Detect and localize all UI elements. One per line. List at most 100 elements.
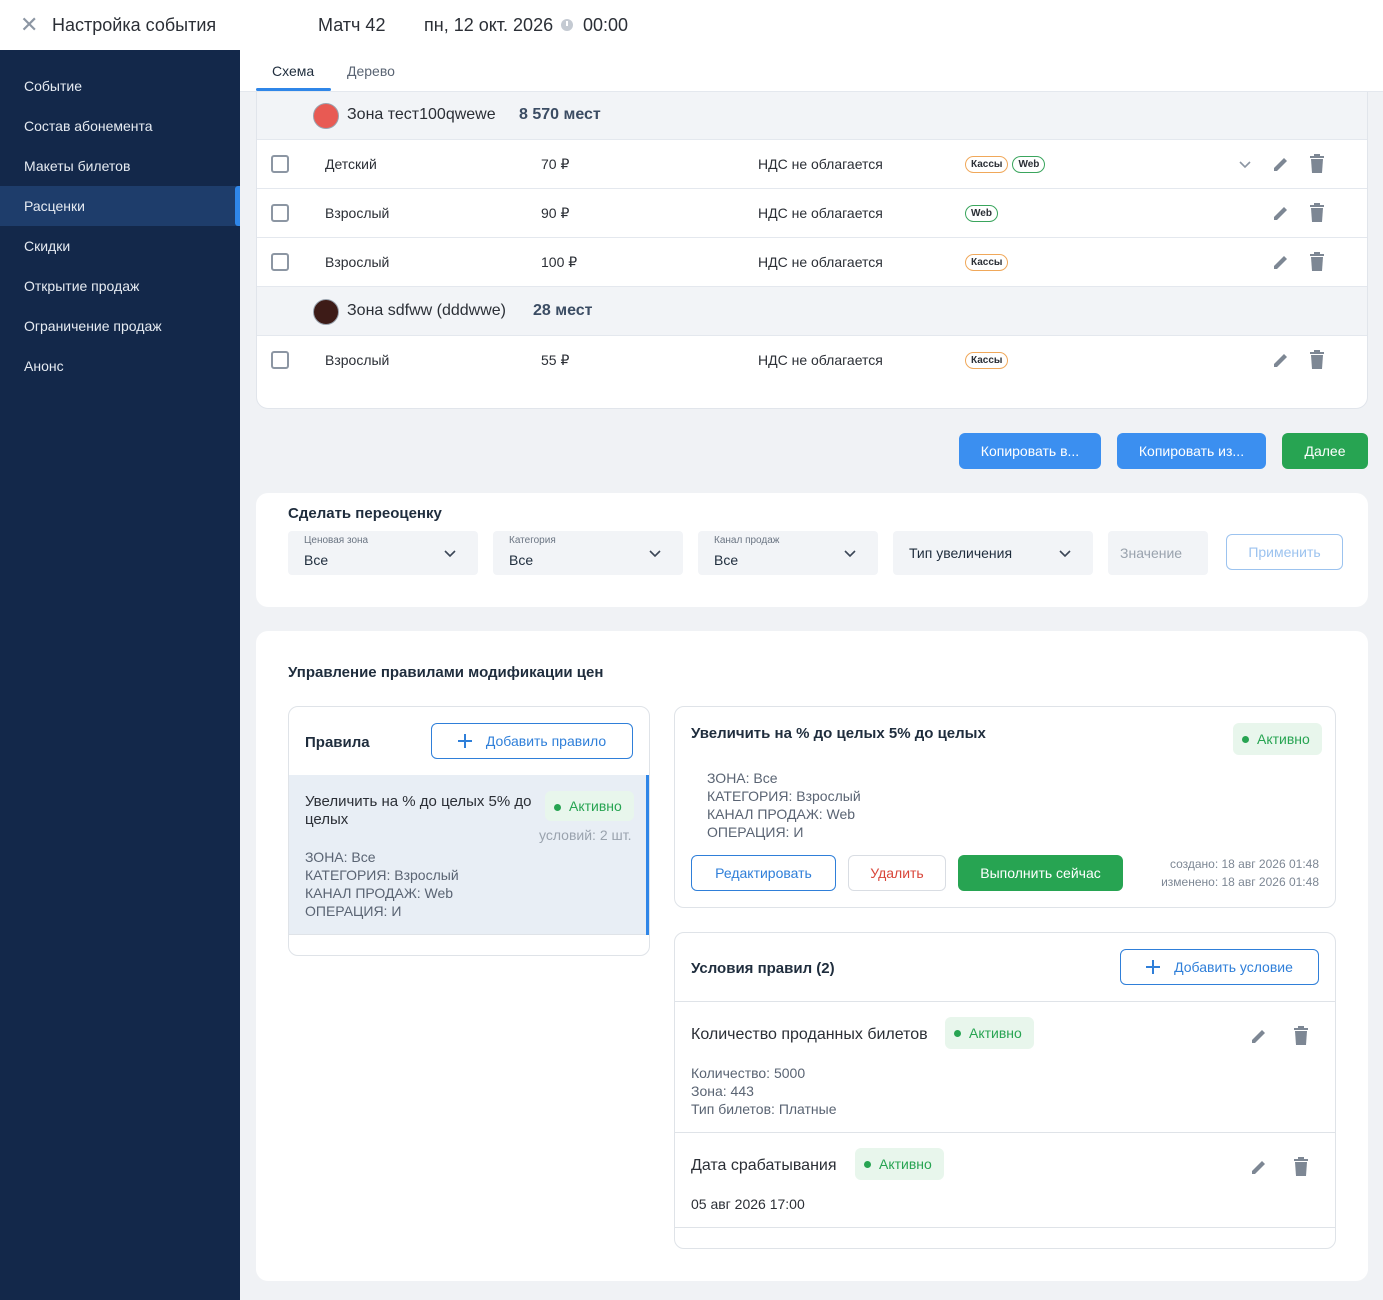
chevron-down-icon xyxy=(649,550,661,558)
trash-icon[interactable] xyxy=(1292,1026,1310,1046)
ticket-type: Взрослый xyxy=(325,352,390,368)
channel-chips: Кассы Web xyxy=(965,156,1046,173)
sales-channel-select[interactable]: Канал продаж Все xyxy=(698,531,878,575)
channel-chip: Web xyxy=(965,205,998,222)
tab-underline xyxy=(256,88,331,91)
sidebar-item-discounts[interactable]: Скидки xyxy=(0,226,240,266)
ticket-price: 70 ₽ xyxy=(541,156,570,172)
condition-title: Количество проданных билетов xyxy=(691,1026,928,1043)
copy-to-button[interactable]: Копировать в... xyxy=(959,433,1101,469)
sidebar-item-pricing[interactable]: Расценки xyxy=(0,186,240,226)
rule-category: КАТЕГОРИЯ: Взрослый xyxy=(305,867,459,883)
add-condition-label: Добавить условие xyxy=(1174,959,1293,975)
sidebar-item-ticket-layouts[interactable]: Макеты билетов xyxy=(0,146,240,186)
zone-header: Зона sdfww (dddwwe) 28 мест xyxy=(257,287,1367,336)
pencil-icon[interactable] xyxy=(1271,350,1291,370)
detail-operation: ОПЕРАЦИЯ: И xyxy=(707,824,804,840)
table-row: Детский 70 ₽ НДС не облагается Кассы Web xyxy=(257,140,1367,189)
apply-button[interactable]: Применить xyxy=(1226,534,1343,570)
status-badge: Активно xyxy=(945,1017,1034,1049)
status-badge: Активно xyxy=(1233,723,1322,755)
rules-management-card: Управление правилами модификации цен Пра… xyxy=(256,631,1368,1281)
ticket-price: 90 ₽ xyxy=(541,205,570,221)
conditions-panel: Условия правил (2) Добавить условие Коли… xyxy=(674,932,1336,1249)
condition-item: Дата срабатывания Активно 05 авг 2026 17… xyxy=(675,1133,1335,1228)
main-content: Зона тест100qwewe 8 570 мест Детский 70 … xyxy=(240,50,1383,1300)
pencil-icon[interactable] xyxy=(1271,252,1291,272)
price-zone-select[interactable]: Ценовая зона Все xyxy=(288,531,478,575)
status-badge: Активно xyxy=(855,1148,944,1180)
pencil-icon[interactable] xyxy=(1249,1157,1269,1177)
zone-seats: 8 570 мест xyxy=(519,106,601,123)
rules-mgmt-title: Управление правилами модификации цен xyxy=(288,664,604,681)
channel-chip: Кассы xyxy=(965,156,1009,173)
select-label: Ценовая зона xyxy=(304,535,369,546)
increase-type-select[interactable]: Тип увеличения xyxy=(893,531,1093,575)
rules-panel: Правила Добавить правило Увеличить на % … xyxy=(288,706,650,956)
trash-icon[interactable] xyxy=(1308,203,1326,223)
condition-detail: Тип билетов: Платные xyxy=(691,1101,837,1117)
channel-chips: Web xyxy=(965,205,998,222)
sidebar-item-event[interactable]: Событие xyxy=(0,66,240,106)
pencil-icon[interactable] xyxy=(1249,1026,1269,1046)
next-button[interactable]: Далее xyxy=(1282,433,1368,469)
trash-icon[interactable] xyxy=(1308,154,1326,174)
chevron-down-icon[interactable] xyxy=(1237,156,1253,172)
vat: НДС не облагается xyxy=(758,254,883,270)
condition-detail: Количество: 5000 xyxy=(691,1065,806,1081)
created-at: создано: 18 авг 2026 01:48 xyxy=(1169,857,1319,871)
category-select[interactable]: Категория Все xyxy=(493,531,683,575)
row-checkbox[interactable] xyxy=(271,351,289,369)
sidebar-item-announce[interactable]: Анонс xyxy=(0,346,240,386)
select-value: Все xyxy=(714,552,739,568)
rule-zone: ЗОНА: Все xyxy=(305,849,376,865)
row-checkbox[interactable] xyxy=(271,253,289,271)
rule-detail-title: Увеличить на % до целых 5% до целых xyxy=(691,725,986,742)
select-label: Канал продаж xyxy=(714,535,780,546)
chevron-down-icon xyxy=(844,550,856,558)
rule-operation: ОПЕРАЦИЯ: И xyxy=(305,903,402,919)
select-label: Категория xyxy=(509,535,556,546)
run-now-button[interactable]: Выполнить сейчас xyxy=(958,855,1123,891)
sidebar-item-sales-opening[interactable]: Открытие продаж xyxy=(0,266,240,306)
condition-detail: 05 авг 2026 17:00 xyxy=(691,1196,805,1212)
conditions-title: Условия правил (2) xyxy=(691,960,835,977)
table-row: Взрослый 55 ₽ НДС не облагается Кассы xyxy=(257,336,1367,385)
sidebar-item-subscription[interactable]: Состав абонемента xyxy=(0,106,240,146)
copy-from-button[interactable]: Копировать из... xyxy=(1117,433,1266,469)
conditions-count: условий: 2 шт. xyxy=(539,827,632,843)
tab-tree[interactable]: Дерево xyxy=(347,63,395,79)
pencil-icon[interactable] xyxy=(1271,203,1291,223)
page-title: Настройка события xyxy=(52,15,217,35)
reprice-card: Сделать переоценку Ценовая зона Все Кате… xyxy=(256,493,1368,607)
event-name: Матч 42 xyxy=(318,15,386,35)
select-value: Все xyxy=(304,552,329,568)
row-checkbox[interactable] xyxy=(271,155,289,173)
sidebar-item-sales-limit[interactable]: Ограничение продаж xyxy=(0,306,240,346)
trash-icon[interactable] xyxy=(1292,1157,1310,1177)
rule-list-item[interactable]: Увеличить на % до целых 5% до целых Акти… xyxy=(289,775,649,935)
close-icon[interactable]: ✕ xyxy=(20,14,40,36)
edit-rule-button[interactable]: Редактировать xyxy=(691,855,836,891)
vat: НДС не облагается xyxy=(758,205,883,221)
event-date: пн, 12 окт. 2026 xyxy=(424,15,554,35)
vat: НДС не облагается xyxy=(758,156,883,172)
trash-icon[interactable] xyxy=(1308,252,1326,272)
row-checkbox[interactable] xyxy=(271,204,289,222)
pencil-icon[interactable] xyxy=(1271,154,1291,174)
trash-icon[interactable] xyxy=(1308,350,1326,370)
chevron-down-icon xyxy=(444,550,456,558)
reprice-title: Сделать переоценку xyxy=(288,505,442,522)
add-condition-button[interactable]: Добавить условие xyxy=(1120,949,1319,985)
channel-chips: Кассы xyxy=(965,254,1009,271)
condition-detail: Зона: 443 xyxy=(691,1083,754,1099)
zone-name: Зона тест100qwewe xyxy=(347,106,496,123)
value-input[interactable]: Значение xyxy=(1108,531,1208,575)
channel-chip: Кассы xyxy=(965,352,1009,369)
condition-item: Количество проданных билетов Активно Кол… xyxy=(675,1001,1335,1133)
add-rule-button[interactable]: Добавить правило xyxy=(431,723,633,759)
detail-channel: КАНАЛ ПРОДАЖ: Web xyxy=(707,806,856,822)
ticket-type: Взрослый xyxy=(325,254,390,270)
tab-scheme[interactable]: Схема xyxy=(272,63,314,79)
delete-rule-button[interactable]: Удалить xyxy=(848,855,946,891)
